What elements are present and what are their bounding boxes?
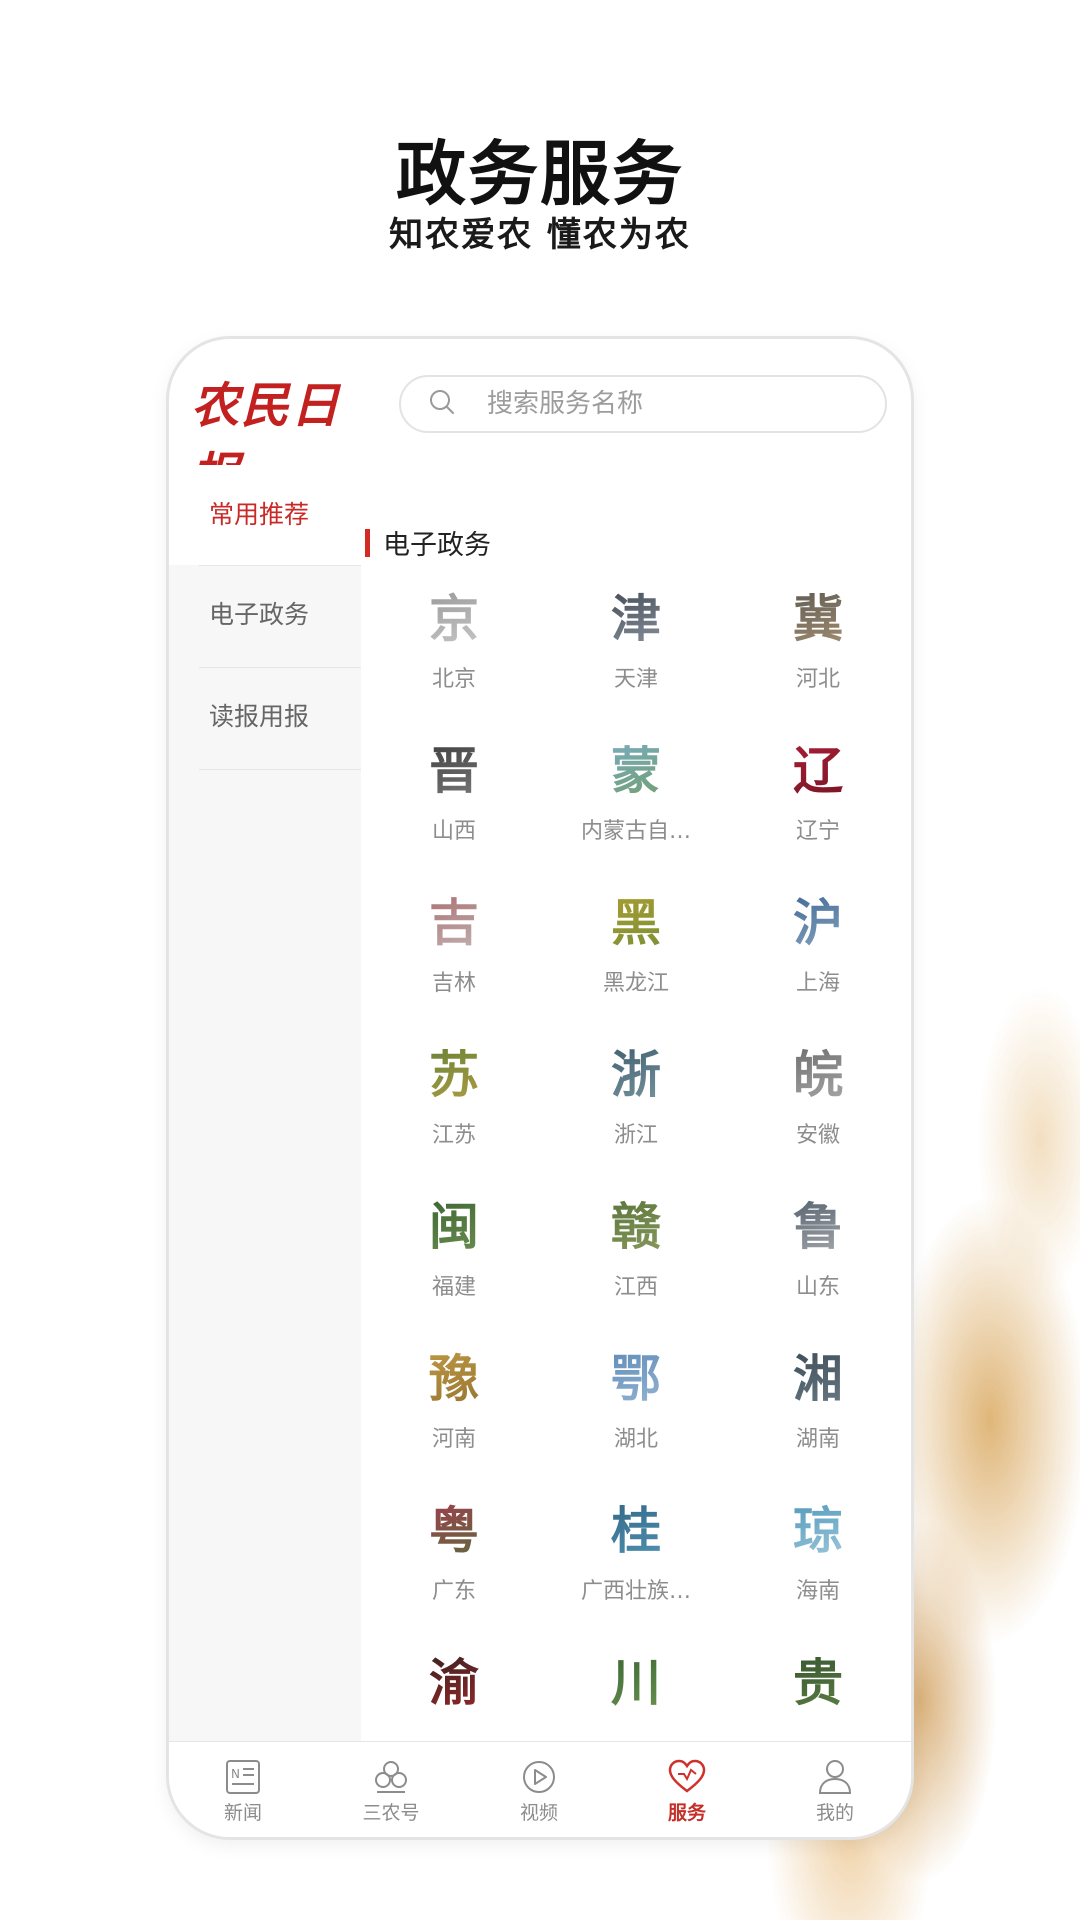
province-item[interactable]: 赣江西 [545,1195,727,1347]
province-glyph: 贵 [727,1651,909,1715]
province-name: 安徽 [795,1123,840,1148]
sidebar-divider [199,667,361,668]
tab-label: 视频 [519,1802,558,1824]
sidebar: 常用推荐 电子政务 读报用报 [169,465,361,1745]
province-glyph: 冀 [727,587,909,651]
bottom-tab-bar: N 新闻 三农号 视频 服务 我的 [169,1741,911,1837]
province-name: 浙江 [613,1123,658,1148]
tab-service[interactable]: 服务 [613,1742,761,1837]
province-name: 湖北 [613,1427,658,1452]
province-name: 福建 [431,1275,476,1300]
province-item[interactable]: 沪上海 [727,891,909,1043]
search-icon [430,390,454,414]
province-glyph: 皖 [727,1043,909,1107]
province-name: 海南 [795,1579,840,1604]
province-glyph: 沪 [727,891,909,955]
tab-label: 新闻 [223,1802,262,1824]
heart-icon [668,1759,706,1793]
province-item[interactable]: 蒙内蒙古自… [545,739,727,891]
province-name: 吉林 [431,971,476,996]
province-glyph: 蒙 [545,739,727,803]
province-item[interactable]: 粤广东 [363,1499,545,1651]
province-glyph: 川 [545,1651,727,1715]
province-glyph: 赣 [545,1195,727,1259]
province-item[interactable]: 黑黑龙江 [545,891,727,1043]
province-item[interactable]: 津天津 [545,587,727,739]
province-item[interactable]: 辽辽宁 [727,739,909,891]
province-item[interactable]: 闽福建 [363,1195,545,1347]
province-item[interactable]: 豫河南 [363,1347,545,1499]
search-bar[interactable]: 搜索服务名称 [399,375,887,433]
province-name: 上海 [795,971,840,996]
province-item[interactable]: 吉吉林 [363,891,545,1043]
province-item[interactable]: 鄂湖北 [545,1347,727,1499]
clover-icon [375,1761,407,1793]
svg-text:N: N [231,1767,240,1781]
province-glyph: 闽 [363,1195,545,1259]
page-subtitle: 知农爱农 懂农为农 [389,215,691,255]
user-icon [818,1760,852,1794]
tab-label: 服务 [667,1802,706,1824]
tab-sannong[interactable]: 三农号 [317,1742,465,1837]
province-item[interactable]: 晋山西 [363,739,545,891]
province-item[interactable]: 鲁山东 [727,1195,909,1347]
phone-frame: 农民日报 搜索服务名称 常用推荐 电子政务 读报用报 电子政务 京北京津天津冀河… [166,336,914,1840]
play-icon [523,1761,555,1793]
sidebar-item-e-government[interactable]: 电子政务 [169,565,361,665]
province-glyph: 苏 [363,1043,545,1107]
province-glyph: 渝 [363,1651,545,1715]
province-name: 山东 [795,1275,840,1300]
province-glyph: 琼 [727,1499,909,1563]
province-item[interactable]: 皖安徽 [727,1043,909,1195]
province-glyph: 京 [363,587,545,651]
tab-video[interactable]: 视频 [465,1742,613,1837]
province-glyph: 豫 [363,1347,545,1411]
province-name: 内蒙古自… [580,819,691,844]
province-name: 北京 [431,667,476,692]
province-item[interactable]: 苏江苏 [363,1043,545,1195]
page-title: 政务服务 [396,133,684,215]
province-name: 山西 [431,819,476,844]
province-glyph: 黑 [545,891,727,955]
province-item[interactable]: 京北京 [363,587,545,739]
province-glyph: 桂 [545,1499,727,1563]
province-name: 辽宁 [795,819,840,844]
tab-label: 三农号 [362,1802,420,1824]
province-name: 江西 [613,1275,658,1300]
province-glyph: 粤 [363,1499,545,1563]
search-input[interactable]: 搜索服务名称 [487,377,643,431]
tab-mine[interactable]: 我的 [761,1742,909,1837]
province-item[interactable]: 桂广西壮族… [545,1499,727,1651]
sidebar-divider [199,769,361,770]
province-name: 广西壮族… [580,1579,691,1604]
province-name: 河南 [431,1427,476,1452]
province-glyph: 鄂 [545,1347,727,1411]
app-logo: 农民日报 [191,378,342,504]
province-glyph: 津 [545,587,727,651]
province-name: 天津 [613,667,658,692]
tab-news[interactable]: N 新闻 [169,1742,317,1837]
province-item[interactable]: 湘湖南 [727,1347,909,1499]
province-name: 黑龙江 [602,971,669,996]
newspaper-icon: N [226,1760,260,1794]
province-name: 湖南 [795,1427,840,1452]
province-glyph: 辽 [727,739,909,803]
province-item[interactable]: 冀河北 [727,587,909,739]
sidebar-divider [199,565,361,566]
province-glyph: 晋 [363,739,545,803]
province-name: 江苏 [431,1123,476,1148]
province-glyph: 湘 [727,1347,909,1411]
province-glyph: 鲁 [727,1195,909,1259]
province-item[interactable]: 浙浙江 [545,1043,727,1195]
section-title: 电子政务 [365,523,491,562]
province-item[interactable]: 琼海南 [727,1499,909,1651]
tab-label: 我的 [815,1802,854,1824]
sidebar-item-recommended[interactable]: 常用推荐 [169,465,361,565]
province-name: 广东 [431,1579,476,1604]
province-glyph: 吉 [363,891,545,955]
province-glyph: 浙 [545,1043,727,1107]
sidebar-item-newspaper[interactable]: 读报用报 [169,667,361,767]
province-name: 河北 [795,667,840,692]
